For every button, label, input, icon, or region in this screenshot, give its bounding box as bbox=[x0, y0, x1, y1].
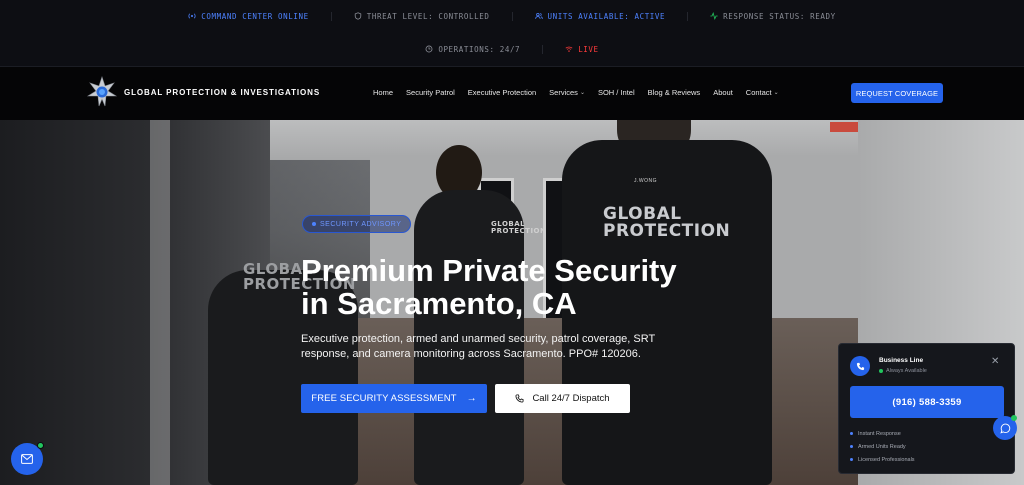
advisory-label: SECURITY ADVISORY bbox=[320, 220, 402, 228]
vest-print: GLOBAL PROTECTION bbox=[491, 220, 547, 235]
security-advisory-badge: SECURITY ADVISORY bbox=[302, 215, 412, 233]
status-units-available: UNITS AVAILABLE: ACTIVE bbox=[513, 11, 689, 21]
status-response: RESPONSE STATUS: READY bbox=[688, 12, 858, 21]
widget-title: Business Line bbox=[879, 357, 924, 364]
hero-title-line-1: Premium Private Security bbox=[301, 253, 677, 288]
online-indicator bbox=[37, 442, 44, 449]
online-indicator bbox=[879, 369, 883, 373]
feature-label: Licensed Professionals bbox=[858, 456, 915, 463]
vest-print: GLOBAL PROTECTION bbox=[603, 204, 731, 241]
status-threat-level: THREAT LEVEL: CONTROLLED bbox=[332, 11, 513, 21]
clock-icon bbox=[425, 45, 433, 53]
status-label: OPERATIONS: 24/7 bbox=[438, 44, 521, 54]
widget-feature-list: Instant Response Armed Units Ready Licen… bbox=[850, 427, 915, 466]
vest-name-tag: J.WONG bbox=[634, 178, 657, 184]
status-label: COMMAND CENTER ONLINE bbox=[201, 11, 309, 21]
list-item: Instant Response bbox=[850, 427, 915, 440]
availability-status: Always Available bbox=[879, 368, 927, 374]
hero-title: Premium Private Security in Sacramento, … bbox=[301, 254, 771, 320]
chat-bubble-icon bbox=[999, 423, 1010, 433]
call-dispatch-label: Call 24/7 Dispatch bbox=[532, 393, 610, 404]
chevron-down-icon: ⌄ bbox=[579, 90, 585, 96]
radio-icon bbox=[188, 13, 196, 19]
phone-icon bbox=[515, 394, 524, 403]
list-item: Armed Units Ready bbox=[850, 440, 915, 453]
business-line-widget: Business Line Always Available ✕ (916) 5… bbox=[838, 343, 1015, 474]
status-label: LIVE bbox=[578, 44, 599, 54]
hero-photo-exit-sign bbox=[830, 122, 858, 132]
feature-label: Instant Response bbox=[858, 430, 901, 437]
free-assessment-button[interactable]: FREE SECURITY ASSESSMENT → bbox=[301, 384, 487, 413]
bullet-icon bbox=[850, 432, 853, 435]
brand-name: GLOBAL PROTECTION & INVESTIGATIONS bbox=[124, 87, 321, 97]
hero-subtitle: Executive protection, armed and unarmed … bbox=[301, 333, 656, 360]
status-operations: OPERATIONS: 24/7 bbox=[403, 44, 544, 54]
status-label: THREAT LEVEL: CONTROLLED bbox=[366, 11, 490, 21]
status-row-secondary: OPERATIONS: 24/7 LIVE bbox=[0, 43, 1024, 55]
hero-title-line-2: in Sacramento, CA bbox=[301, 286, 577, 321]
shield-icon bbox=[354, 12, 361, 20]
primary-menu: Home Security Patrol Executive Protectio… bbox=[373, 88, 779, 97]
nav-contact-dropdown[interactable]: Contact ⌄ bbox=[746, 88, 779, 97]
email-contact-button[interactable] bbox=[11, 442, 44, 475]
availability-label: Always Available bbox=[886, 368, 927, 374]
nav-services-label: Services bbox=[549, 88, 578, 97]
nav-soh-intel[interactable]: SOH / Intel bbox=[598, 88, 635, 97]
feature-label: Armed Units Ready bbox=[858, 443, 906, 450]
main-navbar: GLOBAL PROTECTION & INVESTIGATIONS Home … bbox=[0, 67, 1024, 120]
wifi-icon bbox=[565, 46, 573, 52]
nav-blog-reviews[interactable]: Blog & Reviews bbox=[648, 88, 701, 97]
chevron-down-icon: ⌄ bbox=[773, 90, 779, 96]
close-icon[interactable]: ✕ bbox=[991, 356, 999, 367]
status-label: RESPONSE STATUS: READY bbox=[723, 11, 836, 21]
chat-button[interactable] bbox=[993, 415, 1017, 440]
mail-icon bbox=[21, 454, 33, 464]
phone-icon bbox=[850, 356, 870, 376]
nav-about[interactable]: About bbox=[713, 88, 733, 97]
users-icon bbox=[534, 12, 543, 19]
status-live: LIVE bbox=[543, 45, 620, 54]
activity-icon bbox=[710, 12, 718, 20]
bullet-icon bbox=[850, 445, 853, 448]
hero-photo-door-frame bbox=[150, 120, 170, 485]
status-label: UNITS AVAILABLE: ACTIVE bbox=[547, 11, 666, 21]
status-bar: COMMAND CENTER ONLINE THREAT LEVEL: CONT… bbox=[0, 0, 1024, 67]
call-phone-button[interactable]: (916) 588-3359 bbox=[850, 386, 1004, 418]
dot-icon bbox=[312, 222, 316, 226]
star-badge-icon bbox=[86, 76, 118, 107]
free-assessment-label: FREE SECURITY ASSESSMENT bbox=[311, 393, 457, 404]
bullet-icon bbox=[850, 458, 853, 461]
nav-home[interactable]: Home bbox=[373, 88, 393, 97]
nav-executive-protection[interactable]: Executive Protection bbox=[468, 88, 536, 97]
online-indicator bbox=[1011, 415, 1017, 421]
call-dispatch-button[interactable]: Call 24/7 Dispatch bbox=[495, 384, 630, 413]
list-item: Licensed Professionals bbox=[850, 453, 915, 466]
nav-security-patrol[interactable]: Security Patrol bbox=[406, 88, 455, 97]
nav-contact-label: Contact bbox=[745, 88, 772, 97]
status-command-center: COMMAND CENTER ONLINE bbox=[166, 11, 332, 21]
nav-services-dropdown[interactable]: Services ⌄ bbox=[549, 88, 585, 97]
brand-logo[interactable]: GLOBAL PROTECTION & INVESTIGATIONS bbox=[86, 76, 320, 108]
arrow-right-icon: → bbox=[466, 393, 477, 404]
status-row-primary: COMMAND CENTER ONLINE THREAT LEVEL: CONT… bbox=[0, 10, 1024, 22]
request-coverage-button[interactable]: REQUEST COVERAGE bbox=[851, 83, 943, 103]
